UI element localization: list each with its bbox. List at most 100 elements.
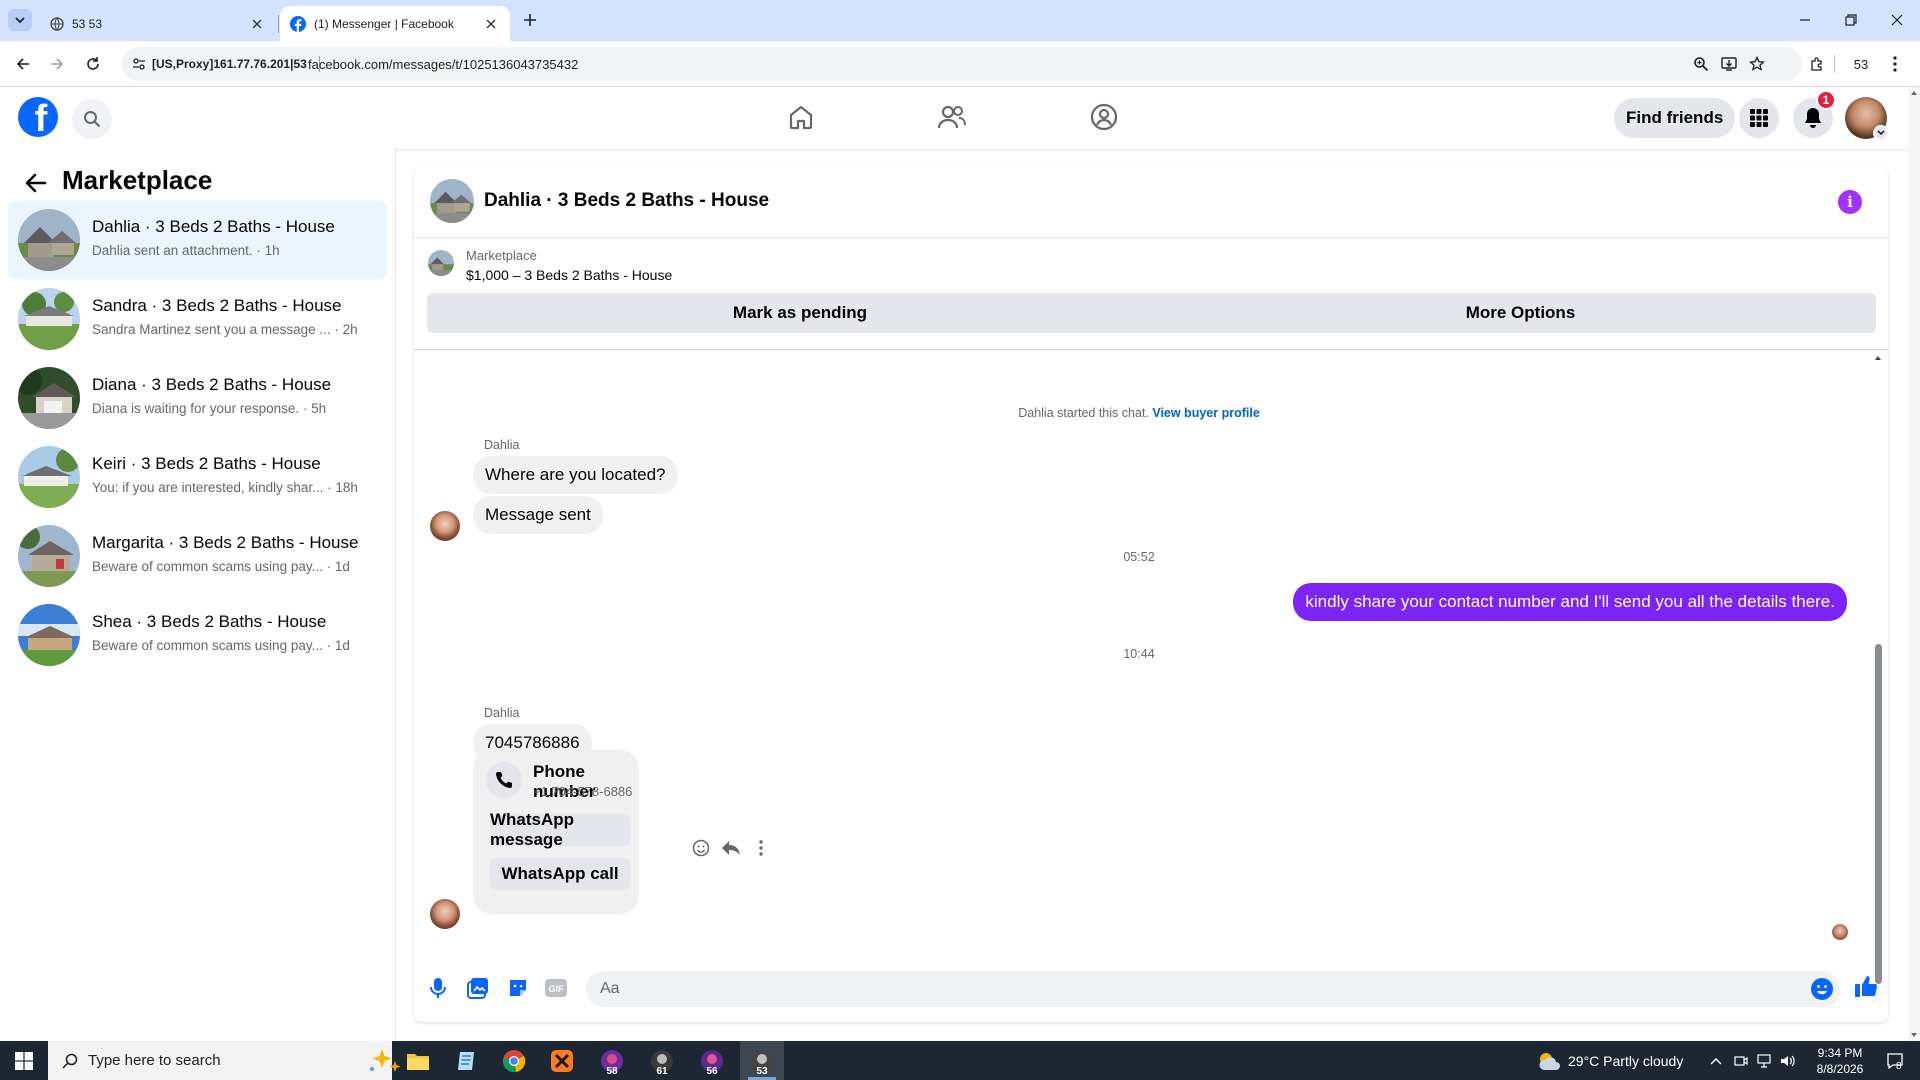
tune-icon xyxy=(133,58,145,70)
browser-profile-53-icon[interactable]: 53 xyxy=(740,1041,784,1080)
chat-start-text: Dahlia started this chat. xyxy=(1018,406,1149,420)
home-nav[interactable] xyxy=(781,97,821,137)
chevron-up-icon[interactable] xyxy=(1710,1041,1722,1080)
close-icon[interactable] xyxy=(248,15,266,33)
incoming-message[interactable]: Where are you located? xyxy=(473,456,678,494)
conversation-title: Margarita · 3 Beds 2 Baths - House xyxy=(92,533,359,552)
message-input-wrapper xyxy=(586,971,1840,1007)
install-app-icon[interactable] xyxy=(1720,55,1738,73)
start-button[interactable] xyxy=(0,1041,48,1080)
network-icon[interactable] xyxy=(1756,1041,1772,1080)
info-icon[interactable]: i xyxy=(1838,190,1862,214)
marketplace-sidebar: Marketplace Dahlia · 3 Beds 2 Baths - Ho… xyxy=(0,149,396,1041)
clock[interactable]: 9:34 PM 8/8/2026 xyxy=(1806,1041,1874,1080)
avatar[interactable] xyxy=(430,511,460,541)
browser-profile-58-icon[interactable]: 58 xyxy=(590,1041,634,1080)
weather-widget[interactable]: 29°C Partly cloudy xyxy=(1536,1041,1683,1080)
zoom-icon[interactable] xyxy=(1692,55,1710,73)
address-bar[interactable]: [US,Proxy]161.77.76.201|53 facebook.com/… xyxy=(122,47,1802,81)
close-window-button[interactable] xyxy=(1874,6,1920,34)
volume-icon[interactable] xyxy=(1780,1041,1796,1080)
notepad-icon[interactable] xyxy=(444,1041,488,1080)
outgoing-message[interactable]: kindly share your contact number and I'l… xyxy=(1293,583,1847,621)
emoji-icon[interactable] xyxy=(1810,977,1834,1001)
more-actions-icon[interactable] xyxy=(750,837,772,859)
meet-icon[interactable] xyxy=(1734,1041,1748,1080)
extensions-icon[interactable] xyxy=(1806,53,1828,75)
back-button[interactable] xyxy=(22,169,50,197)
account-caret[interactable] xyxy=(1873,125,1889,141)
close-icon[interactable] xyxy=(482,15,500,33)
chrome-icon[interactable] xyxy=(492,1041,536,1080)
url-text[interactable]: facebook.com/messages/t/1025136043735432 xyxy=(308,57,578,72)
minimize-button[interactable] xyxy=(1782,6,1828,34)
new-tab-button[interactable] xyxy=(520,10,540,30)
view-buyer-profile-link[interactable]: View buyer profile xyxy=(1152,406,1259,420)
site-info-chip[interactable]: [US,Proxy]161.77.76.201|53 xyxy=(132,56,320,72)
whatsapp-message-button[interactable]: WhatsApp message xyxy=(490,810,630,849)
mark-as-pending-button[interactable]: Mark as pending xyxy=(427,293,1173,333)
whatsapp-call-button[interactable]: WhatsApp call xyxy=(490,858,630,890)
facebook-logo[interactable]: f xyxy=(18,97,58,137)
forward-button[interactable] xyxy=(46,53,68,75)
scrollbar-thumb[interactable] xyxy=(1875,644,1882,984)
tab-divider xyxy=(278,15,279,33)
notification-center-button[interactable]: 8 xyxy=(1880,1041,1910,1080)
restore-button[interactable] xyxy=(1828,6,1874,34)
gif-icon[interactable]: GIF xyxy=(544,976,568,1000)
taskbar-search-placeholder: Type here to search xyxy=(88,1052,221,1069)
conversation-item[interactable]: Shea · 3 Beds 2 Baths - House Beware of … xyxy=(8,596,387,674)
conversation-item[interactable]: Sandra · 3 Beds 2 Baths - House Sandra M… xyxy=(8,280,387,358)
chat-title[interactable]: Dahlia · 3 Beds 2 Baths - House xyxy=(484,190,769,212)
page-scrollbar[interactable] xyxy=(1908,87,1920,1041)
microphone-icon[interactable] xyxy=(426,976,450,1000)
more-options-button[interactable]: More Options xyxy=(1165,293,1876,333)
listing-thumbnail[interactable] xyxy=(430,179,474,223)
file-explorer-icon[interactable] xyxy=(396,1041,440,1080)
friends-nav[interactable] xyxy=(932,97,972,137)
tab-search-button[interactable] xyxy=(8,9,32,31)
menu-button[interactable] xyxy=(1739,98,1779,138)
proxy-label: [US,Proxy]161.77.76.201|53 xyxy=(152,57,307,71)
conversation-item[interactable]: Dahlia · 3 Beds 2 Baths - House Dahlia s… xyxy=(8,201,387,279)
search-button[interactable] xyxy=(72,99,112,139)
search-icon xyxy=(84,111,101,128)
reply-icon[interactable] xyxy=(720,837,742,859)
home-icon xyxy=(789,105,813,130)
bookmark-star-icon[interactable] xyxy=(1748,55,1766,73)
browser-profile-61-icon[interactable]: 61 xyxy=(640,1041,684,1080)
conversation-preview: Beware of common scams using pay... · 1d xyxy=(92,559,350,574)
search-icon xyxy=(62,1053,78,1069)
conversation-title: Diana · 3 Beds 2 Baths - House xyxy=(92,375,332,394)
photo-icon[interactable] xyxy=(466,976,490,1000)
reload-button[interactable] xyxy=(82,53,104,75)
incoming-message[interactable]: Message sent xyxy=(473,496,603,534)
browser-tab-1[interactable]: 53 53 xyxy=(40,6,276,41)
listing-price-title[interactable]: $1,000 – 3 Beds 2 Baths - House xyxy=(466,267,672,283)
conversation-item[interactable]: Margarita · 3 Beds 2 Baths - House Bewar… xyxy=(8,517,387,595)
notification-count: 8 xyxy=(1896,1061,1902,1072)
conversation-preview: Diana is waiting for your response. · 5h xyxy=(92,401,327,416)
browser-toolbar: [US,Proxy]161.77.76.201|53 facebook.com/… xyxy=(0,41,1920,87)
kebab-menu-icon[interactable] xyxy=(1884,53,1906,75)
conversation-item[interactable]: Diana · 3 Beds 2 Baths - House Diana is … xyxy=(8,359,387,437)
like-icon[interactable] xyxy=(1854,974,1878,998)
listing-thumbnail xyxy=(18,209,80,271)
browser-profile-56-icon[interactable]: 56 xyxy=(690,1041,734,1080)
partly-cloudy-icon xyxy=(1539,1052,1560,1070)
minimize-icon xyxy=(1800,19,1810,21)
conversation-item[interactable]: Keiri · 3 Beds 2 Baths - House You: if y… xyxy=(8,438,387,516)
groups-nav[interactable] xyxy=(1084,97,1124,137)
avatar[interactable] xyxy=(430,899,460,929)
browser-tab-2[interactable]: (1) Messenger | Facebook xyxy=(280,6,510,41)
find-friends-button[interactable]: Find friends xyxy=(1614,98,1736,138)
listing-thumbnail xyxy=(18,367,80,429)
xampp-icon[interactable] xyxy=(540,1041,584,1080)
listing-banner: Marketplace $1,000 – 3 Beds 2 Baths - Ho… xyxy=(414,238,1888,350)
profile-button[interactable]: 53 xyxy=(1848,53,1874,75)
taskbar-search[interactable]: Type here to search xyxy=(48,1041,401,1080)
sticker-icon[interactable] xyxy=(506,976,530,1000)
back-button[interactable] xyxy=(12,53,34,75)
react-icon[interactable] xyxy=(690,837,712,859)
message-input[interactable] xyxy=(600,971,1780,1007)
